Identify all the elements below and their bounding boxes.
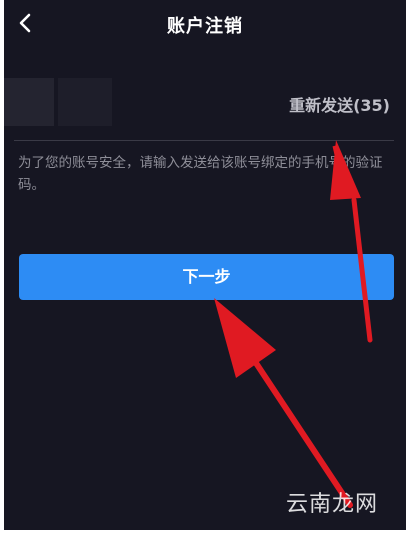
verification-hint: 为了您的账号安全，请输入发送给该账号绑定的手机号的验证码。 bbox=[18, 155, 383, 193]
app-screen: 账户注销 重新发送(35) 为了您的账号安全，请输入发送给该账号绑定的手机号的验… bbox=[4, 0, 406, 530]
nav-bar: 账户注销 bbox=[4, 0, 406, 46]
code-input-box[interactable] bbox=[58, 78, 112, 126]
resend-code-button[interactable]: 重新发送(35) bbox=[289, 92, 390, 116]
watermark-logo: 云南龙网 bbox=[285, 492, 378, 517]
code-input-box[interactable] bbox=[4, 78, 54, 126]
arrow-to-next-button bbox=[214, 298, 353, 508]
verification-code-row: 重新发送(35) bbox=[4, 78, 406, 134]
divider bbox=[14, 140, 394, 141]
next-step-button[interactable]: 下一步 bbox=[19, 254, 394, 300]
page-title: 账户注销 bbox=[167, 16, 243, 37]
